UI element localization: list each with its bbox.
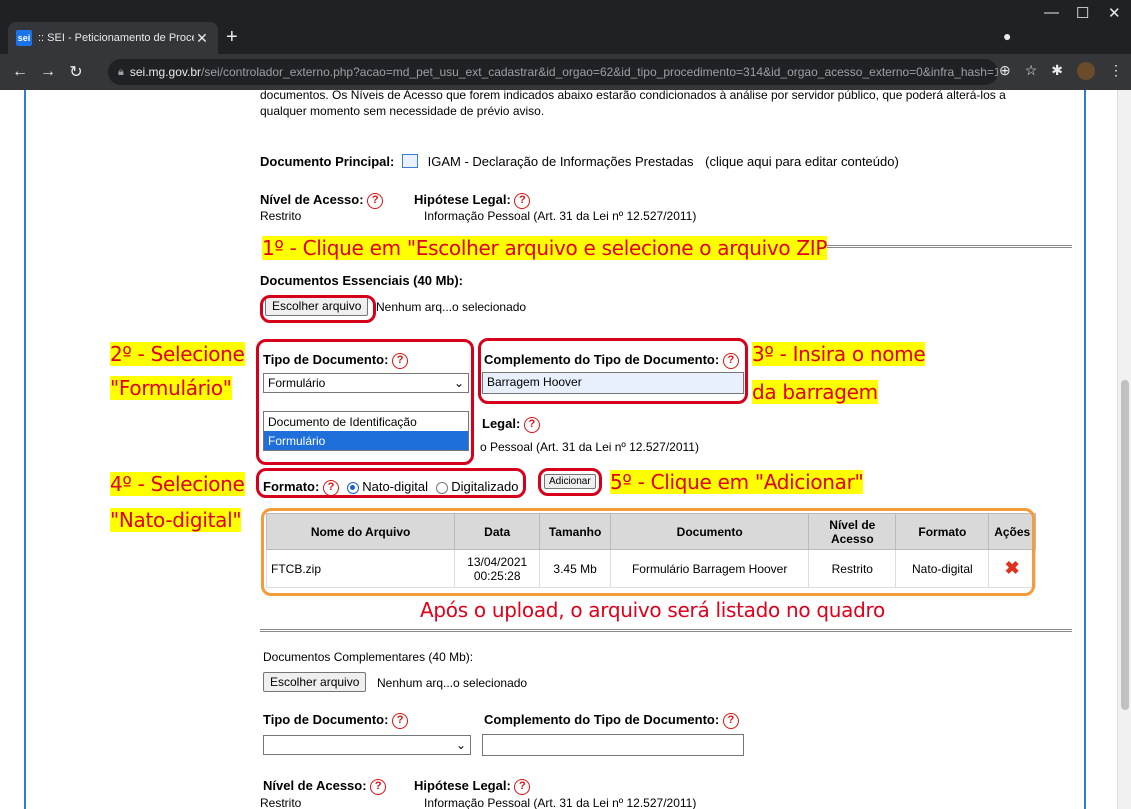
highlight-complemento	[478, 338, 748, 404]
help-icon[interactable]: ?	[722, 712, 739, 729]
highlight-choose-file	[260, 295, 376, 323]
help-icon[interactable]: ?	[392, 712, 409, 729]
page-left-border	[24, 90, 26, 809]
nivel-acesso-value-2: Restrito	[260, 796, 302, 809]
highlight-files-table	[261, 508, 1035, 596]
no-file-text-2: Nenhum arq...o selecionado	[377, 676, 528, 690]
section-separator	[820, 245, 1072, 248]
star-icon[interactable]: ☆	[1025, 62, 1038, 80]
highlight-tipo-documento	[256, 339, 474, 465]
hipotese-legal-value-2: Informação Pessoal (Art. 31 da Lei nº 12…	[424, 796, 697, 809]
page-viewport: documentos. Os Níveis de Acesso que fore…	[0, 90, 1131, 809]
close-window-button[interactable]: ✕	[1108, 4, 1121, 22]
back-icon[interactable]: ←	[6, 63, 34, 81]
chevron-down-icon: ⌄	[455, 738, 466, 752]
nivel-acesso-label-2: Nível de Acesso:	[263, 778, 367, 793]
annotation-step-3-line-2: da barragem	[752, 380, 878, 404]
browser-tab-bar: sei :: SEI - Peticionamento de Proces ✕ …	[0, 0, 1131, 54]
page-right-border	[1084, 90, 1086, 809]
essenciais-label: Documentos Essenciais (40 Mb):	[260, 273, 463, 288]
highlight-formato	[256, 468, 526, 498]
intro-line-2: qualquer momento sem necessidade de prév…	[260, 104, 545, 118]
new-tab-button[interactable]: +	[226, 26, 238, 49]
zoom-icon[interactable]: ⊕	[999, 62, 1011, 80]
close-icon[interactable]: ✕	[194, 30, 210, 47]
address-bar: ← → ↻ 🔒︎ sei.mg.gov.br/sei/controlador_e…	[0, 54, 1131, 90]
principal-edit-hint[interactable]: (clique aqui para editar conteúdo)	[705, 154, 899, 169]
url-path: /sei/controlador_externo.php?acao=md_pet…	[201, 65, 998, 79]
scroll-thumb[interactable]	[1121, 380, 1129, 710]
forward-icon[interactable]: →	[34, 63, 62, 81]
browser-tab[interactable]: sei :: SEI - Peticionamento de Proces ✕	[8, 22, 218, 54]
url-host: sei.mg.gov.br	[129, 65, 201, 79]
extensions-icon[interactable]: ✱	[1051, 62, 1063, 80]
location-pin-icon[interactable]: ●	[1003, 28, 1011, 44]
complemento-input-2[interactable]	[482, 734, 744, 756]
intro-line-1: documentos. Os Níveis de Acesso que fore…	[260, 90, 1006, 102]
sei-favicon-icon: sei	[16, 30, 32, 46]
help-icon[interactable]: ?	[367, 192, 384, 209]
no-file-text: Nenhum arq...o selecionado	[376, 300, 527, 314]
annotation-step-4-line-2: "Nato-digital"	[110, 508, 242, 532]
nivel-acesso-label: Nível de Acesso:	[260, 192, 364, 207]
annotation-step-1: 1º - Clique em "Escolher arquivo e selec…	[262, 236, 828, 260]
help-icon[interactable]: ?	[514, 192, 531, 209]
maximize-button[interactable]: ☐	[1076, 4, 1089, 22]
hipotese-legal-label: Hipótese Legal:	[414, 192, 511, 207]
help-icon[interactable]: ?	[514, 778, 531, 795]
choose-file-button-2[interactable]: Escolher arquivo	[263, 672, 367, 692]
scrollbar[interactable]	[1117, 90, 1131, 809]
reload-icon[interactable]: ↻	[62, 62, 90, 82]
hipotese-legal-partial-value: o Pessoal (Art. 31 da Lei nº 12.527/2011…	[480, 440, 699, 454]
minimize-button[interactable]: —	[1044, 4, 1059, 21]
nivel-acesso-value: Restrito	[260, 209, 302, 223]
annotation-step-2-line-1: 2º - Selecione	[110, 342, 245, 366]
annotation-step-3-line-1: 3º - Insira o nome	[752, 342, 926, 366]
avatar[interactable]	[1077, 62, 1095, 80]
highlight-add-button	[538, 468, 602, 496]
complemento-label-2: Complemento do Tipo de Documento:	[484, 712, 720, 727]
annotation-step-5: 5º - Clique em "Adicionar"	[610, 470, 864, 494]
help-icon[interactable]: ?	[370, 778, 387, 795]
url-input[interactable]: 🔒︎ sei.mg.gov.br/sei/controlador_externo…	[108, 59, 998, 85]
lock-icon: 🔒︎	[118, 65, 124, 78]
hipotese-legal-label-2: Hipótese Legal:	[414, 778, 511, 793]
document-icon[interactable]	[401, 154, 418, 168]
principal-label: Documento Principal:	[260, 154, 395, 169]
tipo-documento-label-2: Tipo de Documento:	[263, 712, 389, 727]
tab-title: :: SEI - Peticionamento de Proces	[38, 32, 194, 44]
annotation-step-4-line-1: 4º - Selecione	[110, 472, 245, 496]
complementares-label: Documentos Complementares (40 Mb):	[263, 650, 474, 664]
principal-doc-name[interactable]: IGAM - Declaração de Informações Prestad…	[428, 154, 694, 169]
hipotese-legal-value: Informação Pessoal (Art. 31 da Lei nº 12…	[424, 209, 697, 223]
tipo-documento-select-2[interactable]: ⌄	[263, 735, 471, 755]
hipotese-legal-partial-label: Legal:	[482, 416, 521, 431]
menu-icon[interactable]: ⋮	[1109, 62, 1123, 80]
section-separator	[260, 629, 1072, 632]
annotation-after-upload: Após o upload, o arquivo será listado no…	[420, 598, 885, 622]
help-icon[interactable]: ?	[523, 416, 540, 433]
annotation-step-2-line-2: "Formulário"	[110, 376, 232, 400]
